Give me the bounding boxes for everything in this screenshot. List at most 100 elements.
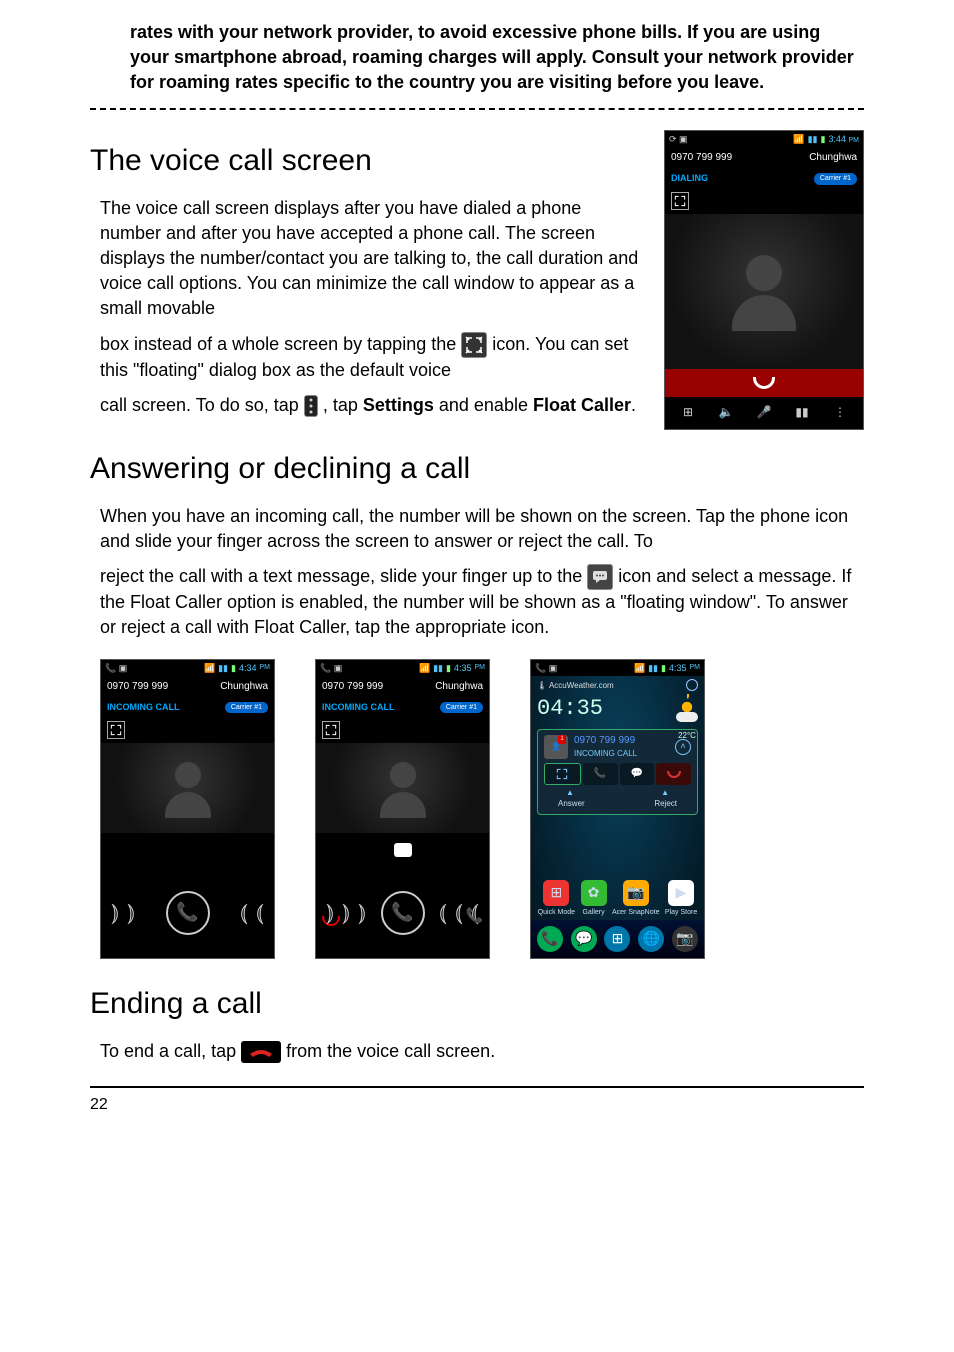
voice-para-3b: , tap	[323, 395, 363, 415]
page-footer: 22	[90, 1086, 864, 1116]
answer-slider[interactable]: ⦆⦆⦆ 📞 ⦅⦅⦅ 📞	[316, 868, 489, 957]
dialpad-icon[interactable]: ⊞	[680, 405, 696, 421]
float-state: INCOMING CALL	[574, 748, 637, 759]
home-screen: 🌡 AccuWeather.com 04:35 22°C 👤1 0970 799…	[531, 676, 704, 957]
voice-para-3: call screen. To do so, tap , tap Setting…	[90, 393, 646, 418]
float-answer-arrow: ▲	[566, 787, 574, 798]
phone-number: 0970 799 999	[671, 151, 732, 165]
contact-avatar	[665, 214, 863, 369]
voice-para-3c: and enable	[439, 395, 533, 415]
status-left: 📞 ▣	[105, 662, 127, 675]
dotted-separator	[90, 108, 864, 110]
home-apps-row: ⊞Quick Mode ✿Gallery 📷Acer SnapNote ▶Pla…	[531, 874, 704, 920]
float-message-button[interactable]: 💬	[620, 763, 655, 785]
reject-with-message-target[interactable]	[316, 833, 489, 869]
carrier-badge: Carrier #1	[814, 173, 857, 185]
answer-para-1: When you have an incoming call, the numb…	[90, 504, 864, 554]
voice-para-3a: call screen. To do so, tap	[100, 395, 304, 415]
dock-camera[interactable]: 📷	[672, 926, 698, 952]
end-call-icon	[241, 1041, 281, 1063]
minimize-button[interactable]	[322, 721, 340, 739]
screenshot-float-caller: 📞 ▣ 📶 ▮▮ ▮ 4:35 PM 🌡 AccuWeather.com 04:…	[530, 659, 705, 959]
status-bar: 📞 ▣ 📶 ▮▮ ▮ 4:34 PM	[101, 660, 274, 677]
heading-answer: Answering or declining a call	[90, 448, 864, 490]
dock-phone[interactable]: 📞	[537, 926, 563, 952]
empty-space	[101, 833, 274, 868]
phone-ring-icon: 📞	[381, 891, 425, 935]
float-avatar: 👤1	[544, 735, 568, 759]
answer-target-icon: 📞	[466, 906, 483, 926]
call-state-label: INCOMING CALL	[107, 701, 180, 714]
carrier-badge: Carrier #1	[225, 702, 268, 714]
message-icon	[587, 564, 613, 590]
answer-para-2: reject the call with a text message, sli…	[90, 564, 864, 641]
phone-number: 0970 799 999	[322, 680, 383, 694]
heading-voice-call: The voice call screen	[90, 140, 646, 182]
call-state-row: INCOMING CALL Carrier #1	[316, 698, 489, 717]
call-option-bar: ⊞ 🔈 🎤 ▮▮ ⋮	[665, 397, 863, 429]
voice-para-3d: .	[631, 395, 636, 415]
voice-para-2: box instead of a whole screen by tapping…	[90, 332, 646, 383]
float-caller-window[interactable]: 👤1 0970 799 999 INCOMING CALL ˄ 📞 💬 ▲▲ A…	[537, 729, 698, 815]
status-time: 3:44 PM	[828, 133, 859, 146]
warning-text: rates with your network provider, to avo…	[90, 20, 864, 96]
app-gallery[interactable]: ✿Gallery	[581, 880, 607, 918]
voice-para-1: The voice call screen displays after you…	[90, 196, 646, 322]
call-state-row: INCOMING CALL Carrier #1	[101, 698, 274, 717]
ending-para-b: from the voice call screen.	[286, 1041, 495, 1061]
float-answer-label: Answer	[558, 798, 585, 809]
ending-para: To end a call, tap from the voice call s…	[90, 1039, 864, 1064]
wifi-icon: 📶	[793, 133, 804, 146]
weather-widget: 22°C	[676, 698, 698, 741]
minimize-icon	[461, 332, 487, 358]
dock-messages[interactable]: 💬	[571, 926, 597, 952]
minimize-button[interactable]	[107, 721, 125, 739]
dock-apps[interactable]: ⊞	[604, 926, 630, 952]
hangup-button[interactable]	[665, 369, 863, 397]
status-left-icons: ⟳ ▣	[669, 133, 688, 146]
answer-slider[interactable]: ⦆⦆ 📞 ⦅⦅	[101, 868, 274, 958]
temperature: 22°C	[678, 730, 696, 741]
contact-avatar	[316, 743, 489, 833]
app-quick-mode[interactable]: ⊞Quick Mode	[538, 880, 575, 918]
hangup-icon	[753, 377, 775, 389]
float-fullscreen-button[interactable]	[544, 763, 581, 785]
ending-para-a: To end a call, tap	[100, 1041, 241, 1061]
screenshot-incoming-1: 📞 ▣ 📶 ▮▮ ▮ 4:34 PM 0970 799 999 Chunghwa…	[100, 659, 275, 959]
page-number: 22	[90, 1096, 108, 1113]
call-info-row: 0970 799 999 Chunghwa	[316, 676, 489, 698]
voice-para-2a: box instead of a whole screen by tapping…	[100, 334, 461, 354]
contact-name: Chunghwa	[220, 680, 268, 694]
signal-icon: ▮▮	[808, 133, 818, 146]
float-answer-button[interactable]: 📞	[583, 763, 618, 785]
weather-widget-header: 🌡 AccuWeather.com	[531, 676, 704, 694]
gear-icon[interactable]	[686, 679, 698, 691]
float-reject-arrow: ▲	[661, 787, 669, 798]
hold-icon[interactable]: ▮▮	[794, 405, 810, 421]
cloud-icon	[676, 712, 698, 722]
status-left: 📞 ▣	[320, 662, 342, 675]
more-icon[interactable]: ⋮	[832, 405, 848, 421]
contact-name: Chunghwa	[809, 151, 857, 165]
minimize-button[interactable]	[671, 192, 689, 210]
heading-ending: Ending a call	[90, 983, 864, 1025]
speaker-icon[interactable]: 🔈	[718, 405, 734, 421]
dock: 📞 💬 ⊞ 🌐 📷	[531, 920, 704, 958]
contact-name: Chunghwa	[435, 680, 483, 694]
carrier-badge: Carrier #1	[440, 702, 483, 714]
call-state-label: DIALING	[671, 172, 708, 185]
status-bar: 📞 ▣ 📶 ▮▮ ▮ 4:35 PM	[316, 660, 489, 677]
float-reject-button[interactable]	[656, 763, 691, 785]
mute-icon[interactable]: 🎤	[756, 405, 772, 421]
dock-browser[interactable]: 🌐	[638, 926, 664, 952]
app-snapnote[interactable]: 📷Acer SnapNote	[612, 880, 659, 918]
status-right: 📶 ▮▮ ▮ 4:34 PM	[204, 662, 270, 675]
answer-para-2a: reject the call with a text message, sli…	[100, 566, 587, 586]
float-reject-label: Reject	[654, 798, 677, 809]
status-right: 📶 ▮▮ ▮ 4:35 PM	[419, 662, 485, 675]
status-bar: ⟳ ▣ 📶 ▮▮ ▮ 3:44 PM	[665, 131, 863, 148]
app-play-store[interactable]: ▶Play Store	[665, 880, 697, 918]
float-number: 0970 799 999	[574, 734, 637, 748]
overflow-menu-icon	[304, 395, 318, 417]
call-state-row: DIALING Carrier #1	[665, 169, 863, 188]
